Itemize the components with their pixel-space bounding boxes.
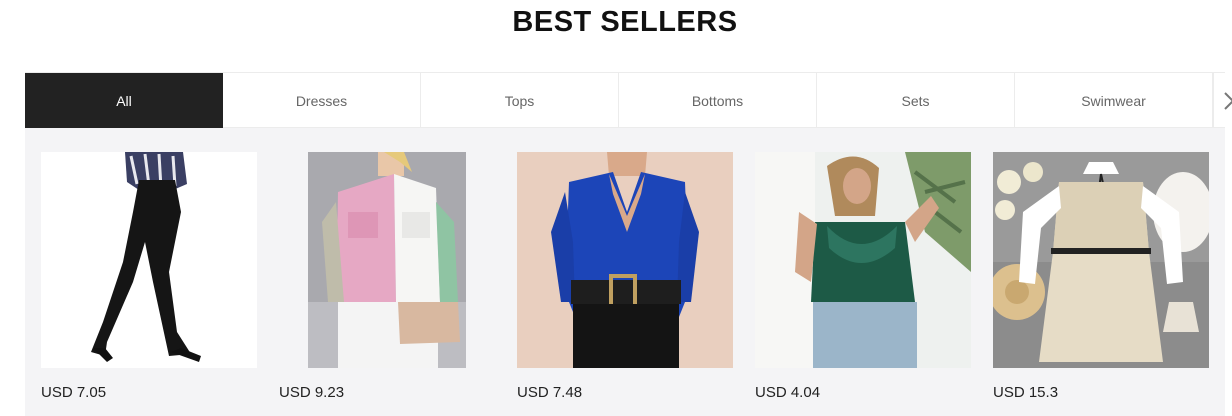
product-price: USD 4.04 (755, 384, 821, 401)
blue-wrap-bodysuit-photo[interactable] (517, 152, 733, 368)
tab-tops[interactable]: Tops (421, 73, 619, 128)
product-card[interactable]: USD 7.05 (41, 152, 257, 416)
product-card[interactable]: USD 4.04 (755, 152, 971, 416)
tab-bottoms[interactable]: Bottoms (619, 73, 817, 128)
tab-swimwear[interactable]: Swimwear (1015, 73, 1213, 128)
product-card[interactable]: USD 9.23 (279, 152, 495, 416)
tab-label: Bottoms (691, 92, 744, 109)
tab-label: Swimwear (1081, 92, 1146, 109)
tab-sets[interactable]: Sets (817, 73, 1015, 128)
category-tabs: All Dresses Tops Bottoms Sets Swimwear (25, 72, 1232, 136)
product-price: USD 15.3 (993, 384, 1059, 401)
green-satin-cami-photo[interactable] (755, 152, 971, 368)
tabs-next-button[interactable] (1213, 73, 1232, 128)
product-card[interactable]: USD 7.48 (517, 152, 733, 416)
page-title: BEST SELLERS (512, 6, 738, 38)
pink-colorblock-shirt-photo[interactable] (308, 152, 466, 368)
product-price: USD 9.23 (279, 384, 345, 401)
product-price: USD 7.05 (41, 384, 107, 401)
tab-label: All (116, 92, 132, 109)
tab-all[interactable]: All (25, 73, 223, 136)
tab-label: Dresses (295, 92, 348, 109)
product-price: USD 7.48 (517, 384, 583, 401)
tab-label: Sets (901, 92, 930, 109)
product-grid: USD 7.05 USD 9.23 USD 7.48 USD 4.04 USD … (25, 128, 1225, 416)
product-card[interactable]: USD 15.3 (993, 152, 1209, 416)
tab-dresses[interactable]: Dresses (223, 73, 421, 128)
tab-label: Tops (504, 92, 535, 109)
tweed-shirt-dress-photo[interactable] (993, 152, 1209, 368)
chevron-right-icon (1223, 91, 1232, 110)
black-flared-pants-photo[interactable] (41, 152, 257, 368)
